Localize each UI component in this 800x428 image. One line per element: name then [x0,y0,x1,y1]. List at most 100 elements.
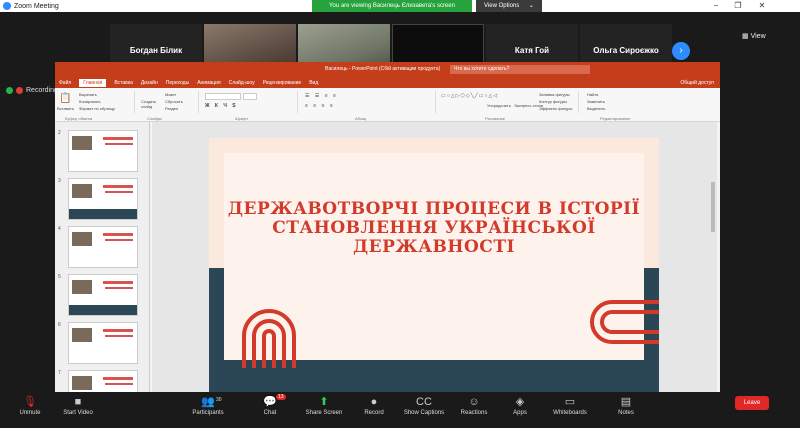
ppt-tab[interactable]: Слайд-шоу [229,80,255,86]
ppt-tab[interactable]: Вид [309,80,318,86]
arrange-button[interactable]: Упорядочить [487,103,511,108]
slide-thumbnail[interactable] [68,226,138,268]
show-captions-label: Show Captions [403,410,445,416]
thumbnail-number: 5 [58,274,61,280]
new-slide-button[interactable]: Создать слайд [141,99,159,109]
thumb-title-line [103,185,133,188]
chat-badge: 13 [276,394,286,400]
replace-button[interactable]: Заменить [587,99,605,104]
thumb-text-line [105,287,133,289]
drawing-group: ▭○△▷⬠◇╲╱▭○△◁ Упорядочить Экспресс-стили … [439,91,579,113]
ppt-tab[interactable]: Анимация [197,80,220,86]
restore-button[interactable]: ❐ [728,0,748,12]
ppt-ribbon: 📋 Вставить Вырезать Копировать Формат по… [55,88,720,122]
font-format-buttons[interactable]: Ж К Ч S [205,103,238,109]
participants-label: Participants [192,410,224,416]
shared-screen-powerpoint[interactable]: Василець - PowerPoint (Сбій активации пр… [55,62,720,392]
start-video-button[interactable]: ■ Start Video [48,394,108,416]
slide-thumbnails-pane[interactable]: 2 3 4 5 6 7 [55,122,150,392]
ppt-titlebar: Василець - PowerPoint (Сбій активации пр… [55,62,720,77]
participants-button[interactable]: 👥 30 Participants [178,394,238,416]
record-label: Record [364,410,384,416]
ppt-tab[interactable]: Дизайн [141,80,158,86]
shape-fill-button[interactable]: Заливка фигуры [539,92,570,97]
ppt-tab[interactable]: Переходы [166,80,189,86]
paste-button[interactable]: Вставить [57,106,74,111]
ribbon-group-label: Буфер обмена [65,116,93,121]
ppt-window-title: Василець - PowerPoint (Сбій активации пр… [325,66,441,72]
ribbon-group-label: Слайды [147,116,162,121]
thumb-navy-band [69,209,137,219]
recording-indicator[interactable]: Recording [6,87,58,94]
font-size-field[interactable] [243,93,257,100]
slide-thumbnail[interactable] [68,322,138,364]
ribbon-group-label: Редактирование [600,116,631,121]
thumbnail-number: 4 [58,226,61,232]
list-buttons[interactable]: ☰ ☰ ≡ ≡ [305,93,338,99]
view-options-button[interactable]: View Options ⌄ [476,0,542,12]
ribbon-group-label: Абзац [355,116,367,121]
layout-button[interactable]: Макет [165,92,176,97]
shape-effects-button[interactable]: Эффекты фигуры [539,106,572,111]
ppt-tab[interactable]: Рецензирование [263,80,302,86]
ppt-share-button[interactable]: Общий доступ [680,80,714,86]
leave-button[interactable]: Leave [735,396,769,410]
grid-icon: ▦ [742,33,749,40]
minimize-button[interactable]: − [706,0,726,12]
cut-button[interactable]: Вырезать [79,92,97,97]
ppt-tab[interactable]: Главная [79,78,107,87]
font-name-field[interactable] [205,93,241,100]
current-slide[interactable]: ДЕРЖАВОТВОРЧІ ПРОЦЕСИ В ІСТОРІЇ СТАНОВЛЕ… [209,138,659,392]
reactions-label: Reactions [460,410,488,416]
shape-outline-button[interactable]: Контур фигуры [539,99,567,104]
thumbnail-number: 2 [58,130,61,136]
gallery-next-button[interactable]: › [672,42,690,60]
view-options-label: View Options [484,3,520,9]
ribbon-group-label: Шрифт [235,116,249,121]
slide-title[interactable]: ДЕРЖАВОТВОРЧІ ПРОЦЕСИ В ІСТОРІЇ СТАНОВЛЕ… [224,200,644,257]
section-button[interactable]: Раздел [165,106,178,111]
thumb-text-line [105,383,133,385]
shapes-gallery[interactable]: ▭○△▷⬠◇╲╱▭○△◁ [441,93,497,111]
thumb-text-line [105,335,133,337]
align-buttons[interactable]: ≡ ≡ ≡ ≡ [305,103,335,109]
whiteboards-label: Whiteboards [553,410,587,416]
ppt-tab[interactable]: Файл [59,80,71,86]
find-button[interactable]: Найти [587,92,598,97]
ppt-search-box[interactable]: Что вы хотите сделать? [450,65,590,74]
select-button[interactable]: Выделить [587,106,605,111]
format-painter-button[interactable]: Формат по образцу [79,106,115,111]
chat-icon: 💬 [263,396,277,408]
thumbnail-number: 7 [58,370,61,376]
thumb-title-line [103,329,133,332]
thumb-image [72,376,92,390]
slide-thumbnail[interactable] [68,178,138,220]
font-group: Ж К Ч S [203,91,298,113]
thumb-text-line [105,239,133,241]
clipboard-group: 📋 Вставить Вырезать Копировать Формат по… [57,91,135,113]
notes-button[interactable]: ▤ Notes [596,394,656,416]
ppt-tab[interactable]: Вставка [114,80,133,86]
notes-label: Notes [618,410,634,416]
red-horseshoe-decoration [590,300,659,344]
recording-label: Recording [26,87,58,94]
slide-canvas[interactable]: ДЕРЖАВОТВОРЧІ ПРОЦЕСИ В ІСТОРІЇ СТАНОВЛЕ… [152,122,717,392]
app-title: Zoom Meeting [3,2,59,10]
slide-thumbnail[interactable] [68,274,138,316]
slide-thumbnail[interactable] [68,130,138,172]
slide-thumbnail[interactable] [68,370,138,392]
chat-button[interactable]: 💬 13 Chat [240,394,300,416]
thumbnail-number: 3 [58,178,61,184]
ribbon-group-label: Рисование [485,116,506,121]
whiteboards-button[interactable]: ▭ Whiteboards [540,394,600,416]
view-button[interactable]: ▦ View [742,32,766,40]
editing-group: Найти Заменить Выделить [583,91,643,113]
zoom-logo-icon [3,2,11,10]
copy-button[interactable]: Копировать [79,99,101,104]
slide-vertical-scrollbar[interactable] [711,182,715,232]
thumb-title-line [103,281,133,284]
viewing-banner: You are viewing Василець Єлизавета's scr… [312,0,472,12]
reset-button[interactable]: Сбросить [165,99,183,104]
notes-icon: ▤ [620,396,632,408]
close-button[interactable]: ✕ [752,0,772,12]
